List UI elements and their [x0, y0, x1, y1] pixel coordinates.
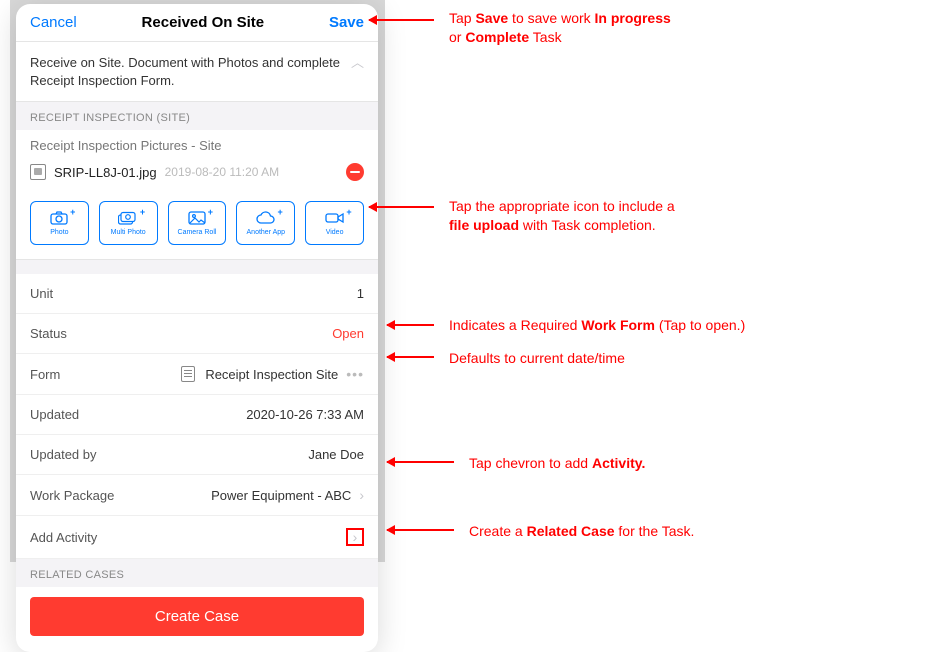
- row-status: Status Open: [16, 314, 378, 354]
- add-activity-chevron-wrap: ›: [346, 528, 364, 546]
- divider: [16, 260, 378, 274]
- chevron-up-icon[interactable]: ︿: [351, 54, 364, 72]
- arrow-case: [387, 529, 454, 531]
- upload-anotherapp-label: Another App: [247, 229, 286, 236]
- file-row: SRIP-LL8J-01.jpg 2019-08-20 11:20 AM: [16, 157, 378, 191]
- arrow-upload: [369, 206, 434, 208]
- updated-by-label: Updated by: [30, 447, 97, 462]
- row-updated: Updated 2020-10-26 7:33 AM: [16, 395, 378, 435]
- ellipsis-icon[interactable]: •••: [346, 366, 364, 382]
- upload-buttons-row: + Photo + Multi Photo + Camera Roll + An…: [16, 191, 378, 260]
- row-unit: Unit 1: [16, 274, 378, 314]
- upload-cameraroll-button[interactable]: + Camera Roll: [168, 201, 227, 245]
- create-case-button[interactable]: Create Case: [30, 597, 364, 636]
- annotation-form: Indicates a Required Work Form (Tap to o…: [449, 316, 745, 335]
- description-row: Receive on Site. Document with Photos an…: [16, 42, 378, 102]
- upload-photo-button[interactable]: + Photo: [30, 201, 89, 245]
- cancel-button[interactable]: Cancel: [30, 14, 77, 31]
- multi-camera-icon: +: [118, 211, 138, 228]
- annotation-upload: Tap the appropriate icon to include a fi…: [449, 197, 675, 235]
- upload-photo-label: Photo: [50, 229, 68, 236]
- form-value-wrap: Receipt Inspection Site •••: [181, 366, 364, 382]
- image-file-icon: [30, 164, 46, 180]
- file-date: 2019-08-20 11:20 AM: [165, 165, 280, 179]
- cloud-icon: +: [256, 211, 276, 228]
- row-updated-by: Updated by Jane Doe: [16, 435, 378, 475]
- upload-video-button[interactable]: + Video: [305, 201, 364, 245]
- annotation-save: Tap Save to save work In progress or Com…: [449, 9, 671, 47]
- upload-anotherapp-button[interactable]: + Another App: [236, 201, 295, 245]
- work-package-label: Work Package: [30, 488, 114, 503]
- modal-title: Received On Site: [142, 14, 265, 31]
- chevron-right-icon[interactable]: ›: [353, 529, 358, 545]
- updated-by-value: Jane Doe: [308, 447, 364, 462]
- row-add-activity[interactable]: Add Activity ›: [16, 516, 378, 559]
- save-button[interactable]: Save: [329, 14, 364, 31]
- annotation-activity: Tap chevron to add Activity.: [469, 454, 645, 473]
- status-value: Open: [332, 326, 364, 341]
- upload-cameraroll-label: Camera Roll: [178, 229, 217, 236]
- add-activity-label: Add Activity: [30, 530, 97, 545]
- section-receipt-inspection: Receipt Inspection (Site): [16, 102, 378, 130]
- details-group: Unit 1 Status Open Form Receipt Inspecti…: [16, 274, 378, 559]
- status-label: Status: [30, 326, 67, 341]
- annotation-case: Create a Related Case for the Task.: [469, 522, 694, 541]
- arrow-save: [369, 19, 434, 21]
- description-text: Receive on Site. Document with Photos an…: [30, 54, 351, 89]
- pictures-title: Receipt Inspection Pictures - Site: [16, 130, 378, 157]
- highlighted-chevron: ›: [346, 528, 364, 546]
- arrow-form: [387, 324, 434, 326]
- row-work-package[interactable]: Work Package Power Equipment - ABC ›: [16, 475, 378, 516]
- unit-value: 1: [357, 286, 364, 301]
- form-label: Form: [30, 367, 60, 382]
- updated-label: Updated: [30, 407, 79, 422]
- chevron-right-icon[interactable]: ›: [359, 487, 364, 503]
- picture-icon: +: [188, 211, 206, 228]
- unit-label: Unit: [30, 286, 53, 301]
- arrow-updated: [387, 356, 434, 358]
- work-package-value: Power Equipment - ABC: [211, 488, 351, 503]
- remove-file-button[interactable]: [346, 163, 364, 181]
- row-form[interactable]: Form Receipt Inspection Site •••: [16, 354, 378, 395]
- arrow-activity: [387, 461, 454, 463]
- camera-icon: +: [50, 211, 68, 228]
- section-related-cases: Related Cases: [16, 559, 378, 587]
- upload-multiphoto-label: Multi Photo: [111, 229, 146, 236]
- file-name[interactable]: SRIP-LL8J-01.jpg: [54, 165, 157, 180]
- updated-value: 2020-10-26 7:33 AM: [246, 407, 364, 422]
- form-icon: [181, 366, 195, 382]
- modal-header: Cancel Received On Site Save: [16, 4, 378, 42]
- form-value: Receipt Inspection Site: [205, 367, 338, 382]
- upload-multiphoto-button[interactable]: + Multi Photo: [99, 201, 158, 245]
- annotation-updated: Defaults to current date/time: [449, 349, 625, 368]
- video-icon: +: [325, 211, 345, 228]
- work-package-value-wrap: Power Equipment - ABC ›: [211, 487, 364, 503]
- upload-video-label: Video: [326, 229, 344, 236]
- modal-received-on-site: Cancel Received On Site Save Receive on …: [16, 4, 378, 652]
